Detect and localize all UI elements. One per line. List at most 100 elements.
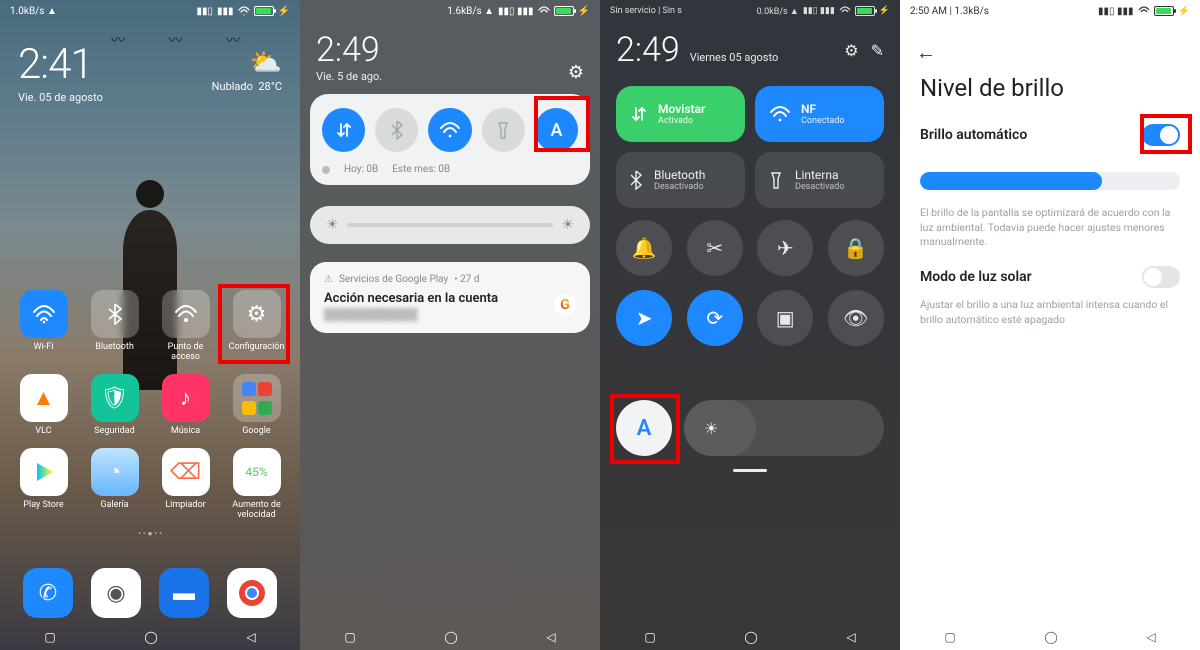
battery-icon — [855, 6, 875, 16]
wifi-icon — [439, 121, 461, 139]
tile-bluetooth[interactable]: BluetoothDesactivado — [616, 152, 745, 208]
notification-card[interactable]: ⚠ Servicios de Google Play • 27 d Acción… — [310, 262, 590, 333]
cc-date: Viernes 05 agosto — [690, 51, 779, 64]
brightness-slider[interactable]: ☀ ☀ — [310, 206, 590, 244]
page-indicator: • • ● • • — [0, 529, 300, 538]
flashlight-icon — [496, 120, 510, 140]
desc-sunlight-mode: Ajustar el brillo a una luz ambiental in… — [920, 298, 1180, 327]
nav-recent[interactable]: ▢ — [44, 630, 55, 644]
qs-flashlight-toggle[interactable] — [482, 108, 525, 152]
cc-auto-brightness[interactable]: A — [616, 400, 672, 456]
cc-time: 2:49 — [616, 30, 680, 70]
nav-home[interactable]: ◯ — [744, 630, 757, 644]
status-bar: 1.0kB/s ▲ ▮▮▯ ▮▮▮ ⚡ — [0, 0, 300, 22]
nav-recent[interactable]: ▢ — [644, 630, 655, 644]
toggle-sunlight-mode[interactable] — [1142, 266, 1180, 288]
folder-icon — [233, 374, 281, 422]
panel-notification-shade: 1.6kB/s ▲ ▮▮▯ ▮▮▮ ⚡ 2:49 Vie. 5 de ago. … — [300, 0, 600, 650]
app-hotspot[interactable]: Punto de acceso — [154, 290, 217, 362]
cc-lock[interactable]: 🔒 — [828, 220, 884, 276]
hotspot-icon — [174, 304, 198, 324]
toggle-auto-brightness[interactable] — [1142, 124, 1180, 146]
app-vlc[interactable]: ▲VLC — [12, 374, 75, 436]
app-boost[interactable]: 45%Aumento de velocidad — [225, 448, 288, 520]
data-arrows-icon — [630, 105, 648, 123]
nav-back[interactable]: ◁ — [246, 630, 255, 644]
app-security[interactable]: 🛡Seguridad — [83, 374, 146, 436]
cc-rotation-lock[interactable]: ⟳ — [687, 290, 743, 346]
cc-reading-mode[interactable]: 👁 — [828, 290, 884, 346]
qs-data-toggle[interactable] — [322, 108, 365, 152]
charging-icon: ⚡ — [278, 6, 290, 17]
app-playstore[interactable]: Play Store — [12, 448, 75, 520]
cc-edit-icon[interactable]: ✎ — [871, 41, 884, 60]
music-icon: ♪ — [162, 374, 210, 422]
clock-date: Vie. 05 de agosto — [18, 91, 103, 104]
boost-icon: 45% — [233, 448, 281, 496]
clock-widget[interactable]: 2:41 Vie. 05 de agosto — [18, 40, 103, 104]
carrier-text: Sin servicio | Sin s — [610, 6, 682, 16]
wifi-icon — [538, 6, 550, 16]
qs-wifi-toggle[interactable] — [428, 108, 471, 152]
qs-auto-brightness-toggle[interactable]: A — [535, 108, 578, 152]
notif-subtitle: ████████████ — [324, 308, 576, 321]
app-gallery[interactable]: ◔Galería — [83, 448, 146, 520]
gear-icon: ⚙ — [233, 290, 281, 338]
cc-settings-icon[interactable]: ⚙ — [844, 41, 858, 60]
nav-bar: ▢ ◯ ◁ — [900, 624, 1200, 650]
dock-messages[interactable]: ▬ — [159, 568, 209, 618]
wifi-icon — [839, 6, 851, 16]
app-wifi[interactable]: Wi-Fi — [12, 290, 75, 362]
bluetooth-icon — [391, 120, 403, 140]
nav-home[interactable]: ◯ — [144, 630, 157, 644]
usage-today: Hoy: 0B — [344, 164, 378, 175]
cc-screenshot[interactable]: ✂ — [687, 220, 743, 276]
app-bluetooth[interactable]: Bluetooth — [83, 290, 146, 362]
cc-mute[interactable]: 🔔 — [616, 220, 672, 276]
dock-chrome[interactable] — [227, 568, 277, 618]
clock-time: 2:41 — [18, 40, 103, 89]
gallery-icon: ◔ — [91, 448, 139, 496]
tile-wifi[interactable]: NFConectado — [755, 86, 884, 142]
row-auto-brightness[interactable]: Brillo automático — [920, 124, 1180, 146]
dock-phone[interactable]: ✆ — [23, 568, 73, 618]
drag-handle[interactable] — [733, 469, 767, 472]
brightness-level-slider[interactable] — [920, 172, 1180, 190]
nav-home[interactable]: ◯ — [444, 630, 457, 644]
tile-mobile-data[interactable]: MovistarActivado — [616, 86, 745, 142]
nav-recent[interactable]: ▢ — [344, 630, 355, 644]
dock-camera[interactable]: ◉ — [91, 568, 141, 618]
app-music[interactable]: ♪Música — [154, 374, 217, 436]
weather-widget[interactable]: ⛅ Nublado 28°C — [212, 48, 282, 93]
shade-header: 2:49 Vie. 5 de ago. ⚙ — [300, 22, 600, 91]
cc-scan[interactable]: ▣ — [757, 290, 813, 346]
panel-brightness-settings: 2:50 AM | 1.3kB/s ▮▮▯ ▮▮▮ ⚡ ← Nivel de b… — [900, 0, 1200, 650]
cc-location[interactable]: ➤ — [616, 290, 672, 346]
charging-icon: ⚡ — [578, 6, 590, 17]
bluetooth-icon — [630, 170, 642, 190]
nav-recent[interactable]: ▢ — [944, 630, 955, 644]
sun-large-icon: ☀ — [561, 217, 574, 233]
cc-brightness-slider[interactable]: ☀ — [684, 400, 884, 456]
app-google-folder[interactable]: Google — [225, 374, 288, 436]
signal-icon: ▮▮▯ ▮▮▮ — [498, 6, 534, 17]
app-settings[interactable]: ⚙Configuración — [225, 290, 288, 362]
tile-flashlight[interactable]: LinternaDesactivado — [755, 152, 884, 208]
nav-back[interactable]: ◁ — [846, 630, 855, 644]
auto-a-icon: A — [550, 120, 562, 141]
quick-settings-card: A Hoy: 0B Este mes: 0B — [310, 94, 590, 185]
data-usage-row[interactable]: Hoy: 0B Este mes: 0B — [322, 164, 578, 175]
weather-text: Nublado 28°C — [212, 80, 282, 93]
battery-icon — [554, 6, 574, 16]
nav-bar: ▢ ◯ ◁ — [300, 624, 600, 650]
cc-airplane[interactable]: ✈ — [757, 220, 813, 276]
back-button[interactable]: ← — [916, 40, 936, 65]
app-cleaner[interactable]: ⌫Limpiador — [154, 448, 217, 520]
cc-primary-tiles: MovistarActivado NFConectado — [616, 86, 884, 142]
settings-gear-icon[interactable]: ⚙ — [568, 62, 584, 83]
nav-back[interactable]: ◁ — [546, 630, 555, 644]
nav-back[interactable]: ◁ — [1146, 630, 1155, 644]
nav-home[interactable]: ◯ — [1044, 630, 1057, 644]
qs-bluetooth-toggle[interactable] — [375, 108, 418, 152]
row-sunlight-mode[interactable]: Modo de luz solar — [920, 266, 1180, 288]
